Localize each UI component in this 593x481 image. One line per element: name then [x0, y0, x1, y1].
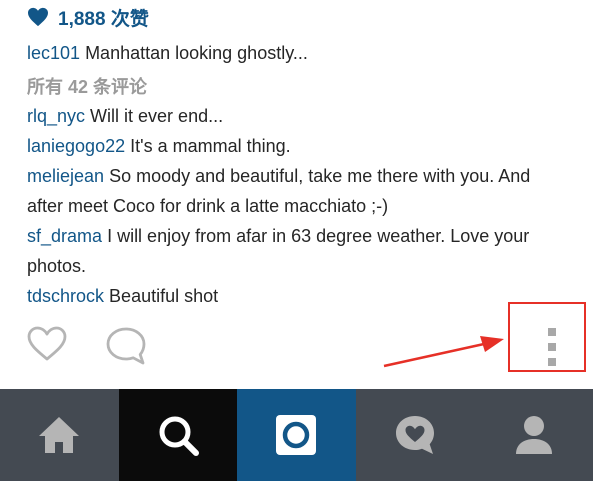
- home-icon: [39, 417, 80, 453]
- camera-icon: [276, 415, 317, 455]
- comment-text: Beautiful shot: [109, 286, 219, 306]
- comment-item: sf_drama I will enjoy from afar in 63 de…: [27, 221, 557, 281]
- comment-item: rlq_nyc Will it ever end...: [27, 101, 557, 131]
- annotation-highlight-box: [508, 302, 586, 372]
- tab-home[interactable]: [0, 389, 119, 481]
- tab-activity[interactable]: [356, 389, 475, 481]
- annotation-arrow-icon: [383, 336, 504, 368]
- comment-text: It's a mammal thing.: [130, 136, 291, 156]
- comment-username[interactable]: meliejean: [27, 166, 104, 186]
- comment-username[interactable]: sf_drama: [27, 226, 102, 246]
- profile-icon: [515, 416, 552, 454]
- comment-list: rlq_nyc Will it ever end... laniegogo22 …: [27, 101, 557, 311]
- comment-item: tdschrock Beautiful shot: [27, 281, 557, 311]
- likes-row[interactable]: 1,888 次赞: [27, 4, 149, 30]
- caption-username[interactable]: lec101: [27, 43, 80, 63]
- likes-count: 1,888 次赞: [58, 8, 149, 30]
- heart-filled-icon: [28, 7, 48, 27]
- comment-text: I will enjoy from afar in 63 degree weat…: [27, 226, 530, 276]
- comment-item: meliejean So moody and beautiful, take m…: [27, 161, 557, 221]
- bottom-tab-bar: [0, 389, 593, 481]
- caption: lec101 Manhattan looking ghostly...: [27, 43, 308, 64]
- comment-text: Will it ever end...: [90, 106, 224, 126]
- comment-username[interactable]: laniegogo22: [27, 136, 125, 156]
- post-details: 1,888 次赞 lec101 Manhattan looking ghostl…: [0, 0, 593, 389]
- tab-profile[interactable]: [474, 389, 593, 481]
- caption-text: Manhattan looking ghostly...: [85, 43, 308, 63]
- comment-username[interactable]: rlq_nyc: [27, 106, 85, 126]
- comment-button[interactable]: [105, 326, 147, 366]
- like-button[interactable]: [27, 326, 67, 362]
- search-icon: [159, 416, 199, 456]
- view-all-comments-link[interactable]: 所有 42 条评论: [27, 73, 147, 99]
- tab-search[interactable]: [118, 389, 238, 481]
- heart-bubble-icon: [396, 416, 435, 454]
- tab-camera[interactable]: [237, 389, 356, 481]
- comment-item: laniegogo22 It's a mammal thing.: [27, 131, 557, 161]
- comment-username[interactable]: tdschrock: [27, 286, 104, 306]
